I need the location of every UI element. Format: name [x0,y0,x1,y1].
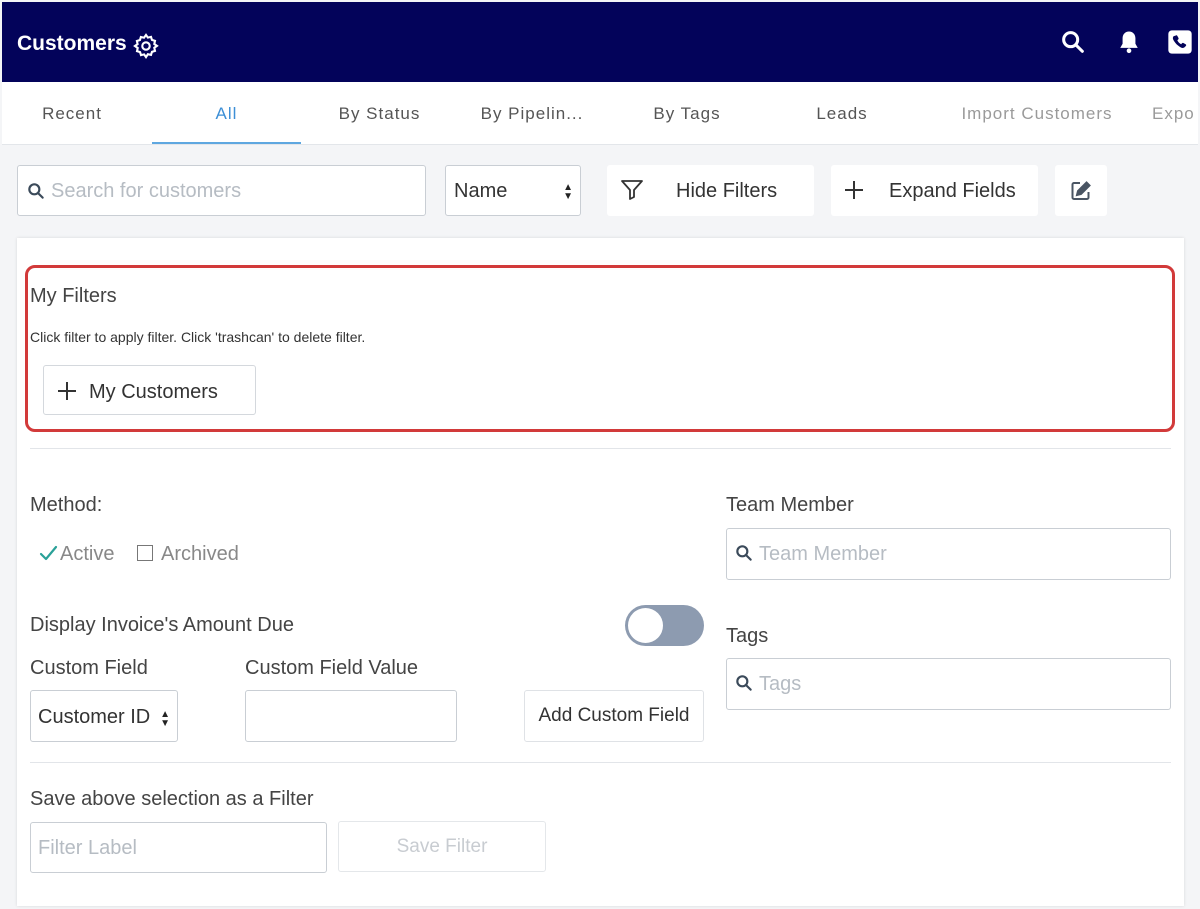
filter-label-field [30,822,327,873]
tags-field [726,658,1171,710]
sort-field-value: Name [454,180,508,202]
save-filter-label: Save above selection as a Filter [30,788,314,810]
tab-import-customers[interactable]: Import Customers [947,82,1127,144]
team-member-input[interactable] [759,537,1159,571]
tab-by-status[interactable]: By Status [322,82,437,144]
custom-field-value-label: Custom Field Value [245,657,419,679]
search-icon[interactable] [1059,28,1087,56]
funnel-icon [621,180,643,200]
sort-field-select[interactable]: Name ▲ ▼ [445,165,581,216]
hide-filters-label: Hide Filters [676,180,778,202]
search-icon [736,545,752,561]
custom-field-selected-value: Customer ID [38,706,151,728]
tab-bar: Recent All By Status By Pipelin... By Ta… [2,82,1198,145]
active-tab-indicator [152,142,301,144]
active-label: Active [60,543,115,565]
saved-filter-my-customers[interactable]: My Customers [43,365,256,415]
toggle-knob [628,608,663,643]
gear-icon[interactable] [132,32,160,60]
saved-filter-label: My Customers [89,381,218,403]
search-icon [736,675,752,691]
tags-label: Tags [726,625,769,647]
page-title: Customers [17,32,127,55]
edit-button[interactable] [1055,165,1107,216]
tab-by-pipeline[interactable]: By Pipelin... [467,82,597,144]
add-custom-field-button[interactable]: Add Custom Field [524,690,704,742]
plus-icon [58,382,76,400]
phone-icon[interactable] [1166,28,1194,56]
bell-icon[interactable] [1115,28,1143,56]
my-filters-help-text: Click filter to apply filter. Click 'tra… [30,329,366,345]
plus-icon [845,181,863,199]
expand-fields-button[interactable]: Expand Fields [831,165,1038,216]
save-filter-button[interactable]: Save Filter [338,821,546,872]
filter-label-input[interactable] [38,831,318,865]
archived-label: Archived [161,543,239,565]
search-icon [28,183,44,199]
my-filters-title: My Filters [30,285,117,307]
section-divider [30,448,1171,449]
active-checkbox[interactable]: Active [38,543,114,566]
display-amount-due-toggle[interactable] [625,605,704,646]
customer-search-input[interactable] [51,174,411,208]
custom-field-value-field [245,690,457,742]
checkbox-box-icon [137,545,153,561]
tab-by-tags[interactable]: By Tags [632,82,742,144]
section-divider [30,762,1171,763]
hide-filters-button[interactable]: Hide Filters [607,165,814,216]
tab-export[interactable]: Expo [1152,82,1198,144]
custom-field-value-input[interactable] [254,699,449,733]
team-member-label: Team Member [726,494,854,516]
tab-all[interactable]: All [152,82,301,144]
customer-search-box [17,165,426,216]
app-header: Customers [2,2,1198,82]
tab-recent[interactable]: Recent [2,82,142,144]
checkmark-icon [39,545,58,561]
method-label: Method: [30,494,103,516]
select-arrows-icon: ▲ ▼ [563,182,573,202]
select-arrows-icon: ▲ ▼ [160,709,170,729]
custom-field-label: Custom Field [30,657,148,679]
custom-field-select[interactable]: Customer ID ▲ ▼ [30,690,178,742]
pencil-square-icon [1071,181,1091,200]
expand-fields-label: Expand Fields [889,180,1016,202]
display-amount-due-label: Display Invoice's Amount Due [30,614,294,636]
archived-checkbox[interactable]: Archived [137,543,239,566]
tags-input[interactable] [759,667,1159,701]
team-member-field [726,528,1171,580]
tab-leads[interactable]: Leads [787,82,897,144]
